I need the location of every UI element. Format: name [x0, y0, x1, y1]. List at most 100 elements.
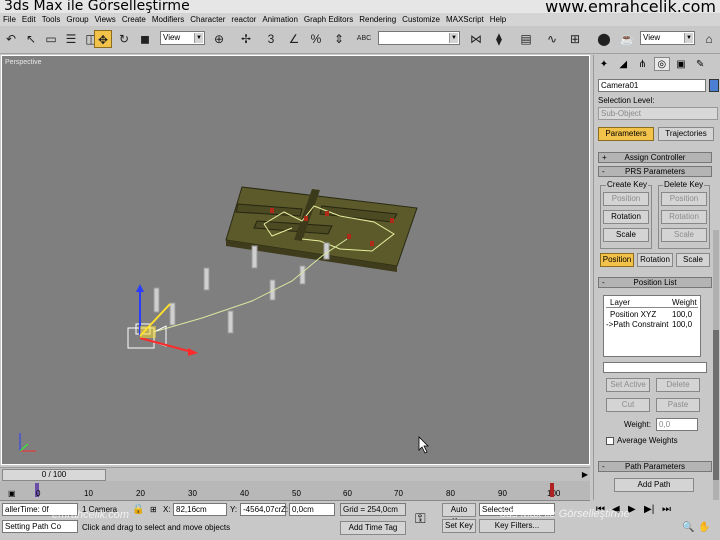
key-marker[interactable]	[550, 483, 554, 497]
scale-icon[interactable]: ◼	[136, 30, 154, 48]
maxscript-prompt-field[interactable]: Setting Path Co	[2, 520, 78, 533]
align-icon[interactable]: ⧫	[490, 30, 508, 48]
add-path-button[interactable]: Add Path	[614, 478, 694, 492]
path-parameters-rollout[interactable]: - Path Parameters	[598, 461, 712, 472]
average-weights-checkbox[interactable]	[606, 437, 614, 445]
create-tab-icon[interactable]: ✦	[596, 58, 612, 72]
sub-object-dropdown[interactable]: Sub-Object	[598, 107, 718, 120]
menu-views[interactable]: Views	[95, 15, 116, 24]
menu-customize[interactable]: Customize	[402, 15, 440, 24]
motion-tab-icon[interactable]: ◎	[653, 57, 670, 71]
layer-name-field[interactable]	[603, 362, 707, 373]
zoom-icon[interactable]: 🔍	[682, 522, 694, 533]
cut-button[interactable]: Cut	[606, 398, 650, 412]
menu-rendering[interactable]: Rendering	[359, 15, 396, 24]
next-frame-icon[interactable]: ▶|	[644, 504, 654, 515]
menu-character[interactable]: Character	[190, 15, 225, 24]
key-filters-button[interactable]: Key Filters...	[479, 519, 555, 533]
perspective-viewport[interactable]: Perspective	[1, 55, 590, 465]
key-icon[interactable]: ⚿	[415, 510, 426, 527]
open-mini-curve-icon[interactable]: ▣	[8, 489, 16, 498]
menu-reactor[interactable]: reactor	[231, 15, 256, 24]
weight-header: Weight	[672, 298, 697, 307]
trajectories-button[interactable]: Trajectories	[658, 127, 714, 141]
layers-icon[interactable]: ▤	[517, 30, 535, 48]
move-icon[interactable]: ✥	[94, 30, 112, 48]
scale-mode-button[interactable]: Scale	[676, 253, 710, 267]
list-item[interactable]: ->Path Constraint	[606, 320, 668, 329]
rotate-icon[interactable]: ↻	[115, 30, 133, 48]
modify-tab-icon[interactable]: ◢	[615, 58, 631, 72]
auto-key-button[interactable]: Auto Key	[442, 503, 476, 526]
prs-parameters-rollout[interactable]: - PRS Parameters	[598, 166, 712, 177]
assign-controller-rollout[interactable]: + Assign Controller	[598, 152, 712, 163]
track-bar[interactable]: ▣ 0 10 20 30 40 50 60 70 80 90 100	[0, 481, 590, 501]
pan-icon[interactable]: ✋	[698, 522, 710, 533]
add-time-tag-button[interactable]: Add Time Tag	[340, 521, 406, 535]
object-color-swatch[interactable]	[709, 79, 719, 92]
go-to-end-icon[interactable]: ⏭	[662, 504, 671, 515]
time-slider-knob[interactable]: 0 / 100	[2, 469, 106, 481]
curve-editor-icon[interactable]: ∿	[543, 30, 561, 48]
quick-render-icon[interactable]: ☕	[618, 30, 636, 48]
delete-position-key-button[interactable]: Position	[661, 192, 707, 206]
angle-snap-icon[interactable]: ∠	[285, 30, 303, 48]
hierarchy-tab-icon[interactable]: ⋔	[634, 58, 650, 72]
set-key-button[interactable]: Set Key	[442, 519, 476, 533]
render-icon[interactable]: ⌂	[700, 30, 718, 48]
utilities-tab-icon[interactable]: ✎	[692, 58, 708, 72]
delete-rotation-key-button[interactable]: Rotation	[661, 210, 707, 224]
schematic-view-icon[interactable]: ⊞	[566, 30, 584, 48]
mirror-icon[interactable]: ⋈	[467, 30, 485, 48]
set-active-button[interactable]: Set Active	[606, 378, 650, 392]
lock-icon[interactable]: 🔒	[132, 504, 144, 515]
time-slider[interactable]: 0 / 100 ▶	[0, 467, 590, 481]
menu-tools[interactable]: Tools	[42, 15, 61, 24]
rotation-mode-button[interactable]: Rotation	[637, 253, 673, 267]
menu-help[interactable]: Help	[490, 15, 506, 24]
menu-modifiers[interactable]: Modifiers	[152, 15, 184, 24]
scrollbar-thumb[interactable]	[713, 330, 719, 480]
z-coordinate-field[interactable]: 0,0cm	[289, 503, 335, 516]
select-region-icon[interactable]: ▭	[42, 30, 60, 48]
menu-edit[interactable]: Edit	[22, 15, 36, 24]
reference-coord-dropdown[interactable]: View ▼	[160, 31, 205, 45]
display-tab-icon[interactable]: ▣	[673, 58, 689, 72]
delete-scale-key-button[interactable]: Scale	[661, 228, 707, 242]
select-icon[interactable]: ↖	[22, 30, 40, 48]
undo-icon[interactable]: ↶	[2, 30, 20, 48]
named-selection-dropdown[interactable]: ▼	[378, 31, 460, 45]
percent-snap-icon[interactable]: %	[307, 30, 325, 48]
position-list-box[interactable]: Layer Weight Position XYZ 100,0 ->Path C…	[603, 295, 701, 357]
paste-button[interactable]: Paste	[656, 398, 700, 412]
create-rotation-key-button[interactable]: Rotation	[603, 210, 649, 224]
menu-graph-editors[interactable]: Graph Editors	[304, 15, 353, 24]
parameters-button[interactable]: Parameters	[598, 127, 654, 141]
snap-3d-icon[interactable]: 3	[262, 30, 280, 48]
menu-maxscript[interactable]: MAXScript	[446, 15, 484, 24]
object-name-field[interactable]: Camera01	[598, 79, 706, 92]
select-by-name-icon[interactable]: ☰	[62, 30, 80, 48]
render-view-dropdown[interactable]: View ▼	[640, 31, 695, 45]
menu-group[interactable]: Group	[66, 15, 88, 24]
pivot-icon[interactable]: ⊕	[210, 30, 228, 48]
y-coordinate-field[interactable]: -4564,07cr	[240, 503, 286, 516]
position-list-rollout[interactable]: - Position List	[598, 277, 712, 288]
create-scale-key-button[interactable]: Scale	[603, 228, 649, 242]
menu-create[interactable]: Create	[122, 15, 146, 24]
command-panel-scrollbar[interactable]	[713, 230, 719, 500]
edit-named-selection-icon[interactable]: ABC	[355, 30, 373, 48]
absolute-mode-icon[interactable]: ⊞	[150, 505, 157, 514]
delete-layer-button[interactable]: Delete	[656, 378, 700, 392]
menu-animation[interactable]: Animation	[262, 15, 298, 24]
spinner-snap-icon[interactable]: ⇕	[330, 30, 348, 48]
material-editor-icon[interactable]: ⬤	[595, 30, 613, 48]
menu-file[interactable]: File	[3, 15, 16, 24]
chevron-right-icon[interactable]: ▶	[582, 470, 588, 479]
create-position-key-button[interactable]: Position	[603, 192, 649, 206]
x-coordinate-field[interactable]: 82,16cm	[173, 503, 227, 516]
weight-field[interactable]: 0,0	[656, 418, 698, 431]
list-item[interactable]: Position XYZ	[610, 310, 656, 319]
manipulate-icon[interactable]: ✢	[237, 30, 255, 48]
position-mode-button[interactable]: Position	[600, 253, 634, 267]
